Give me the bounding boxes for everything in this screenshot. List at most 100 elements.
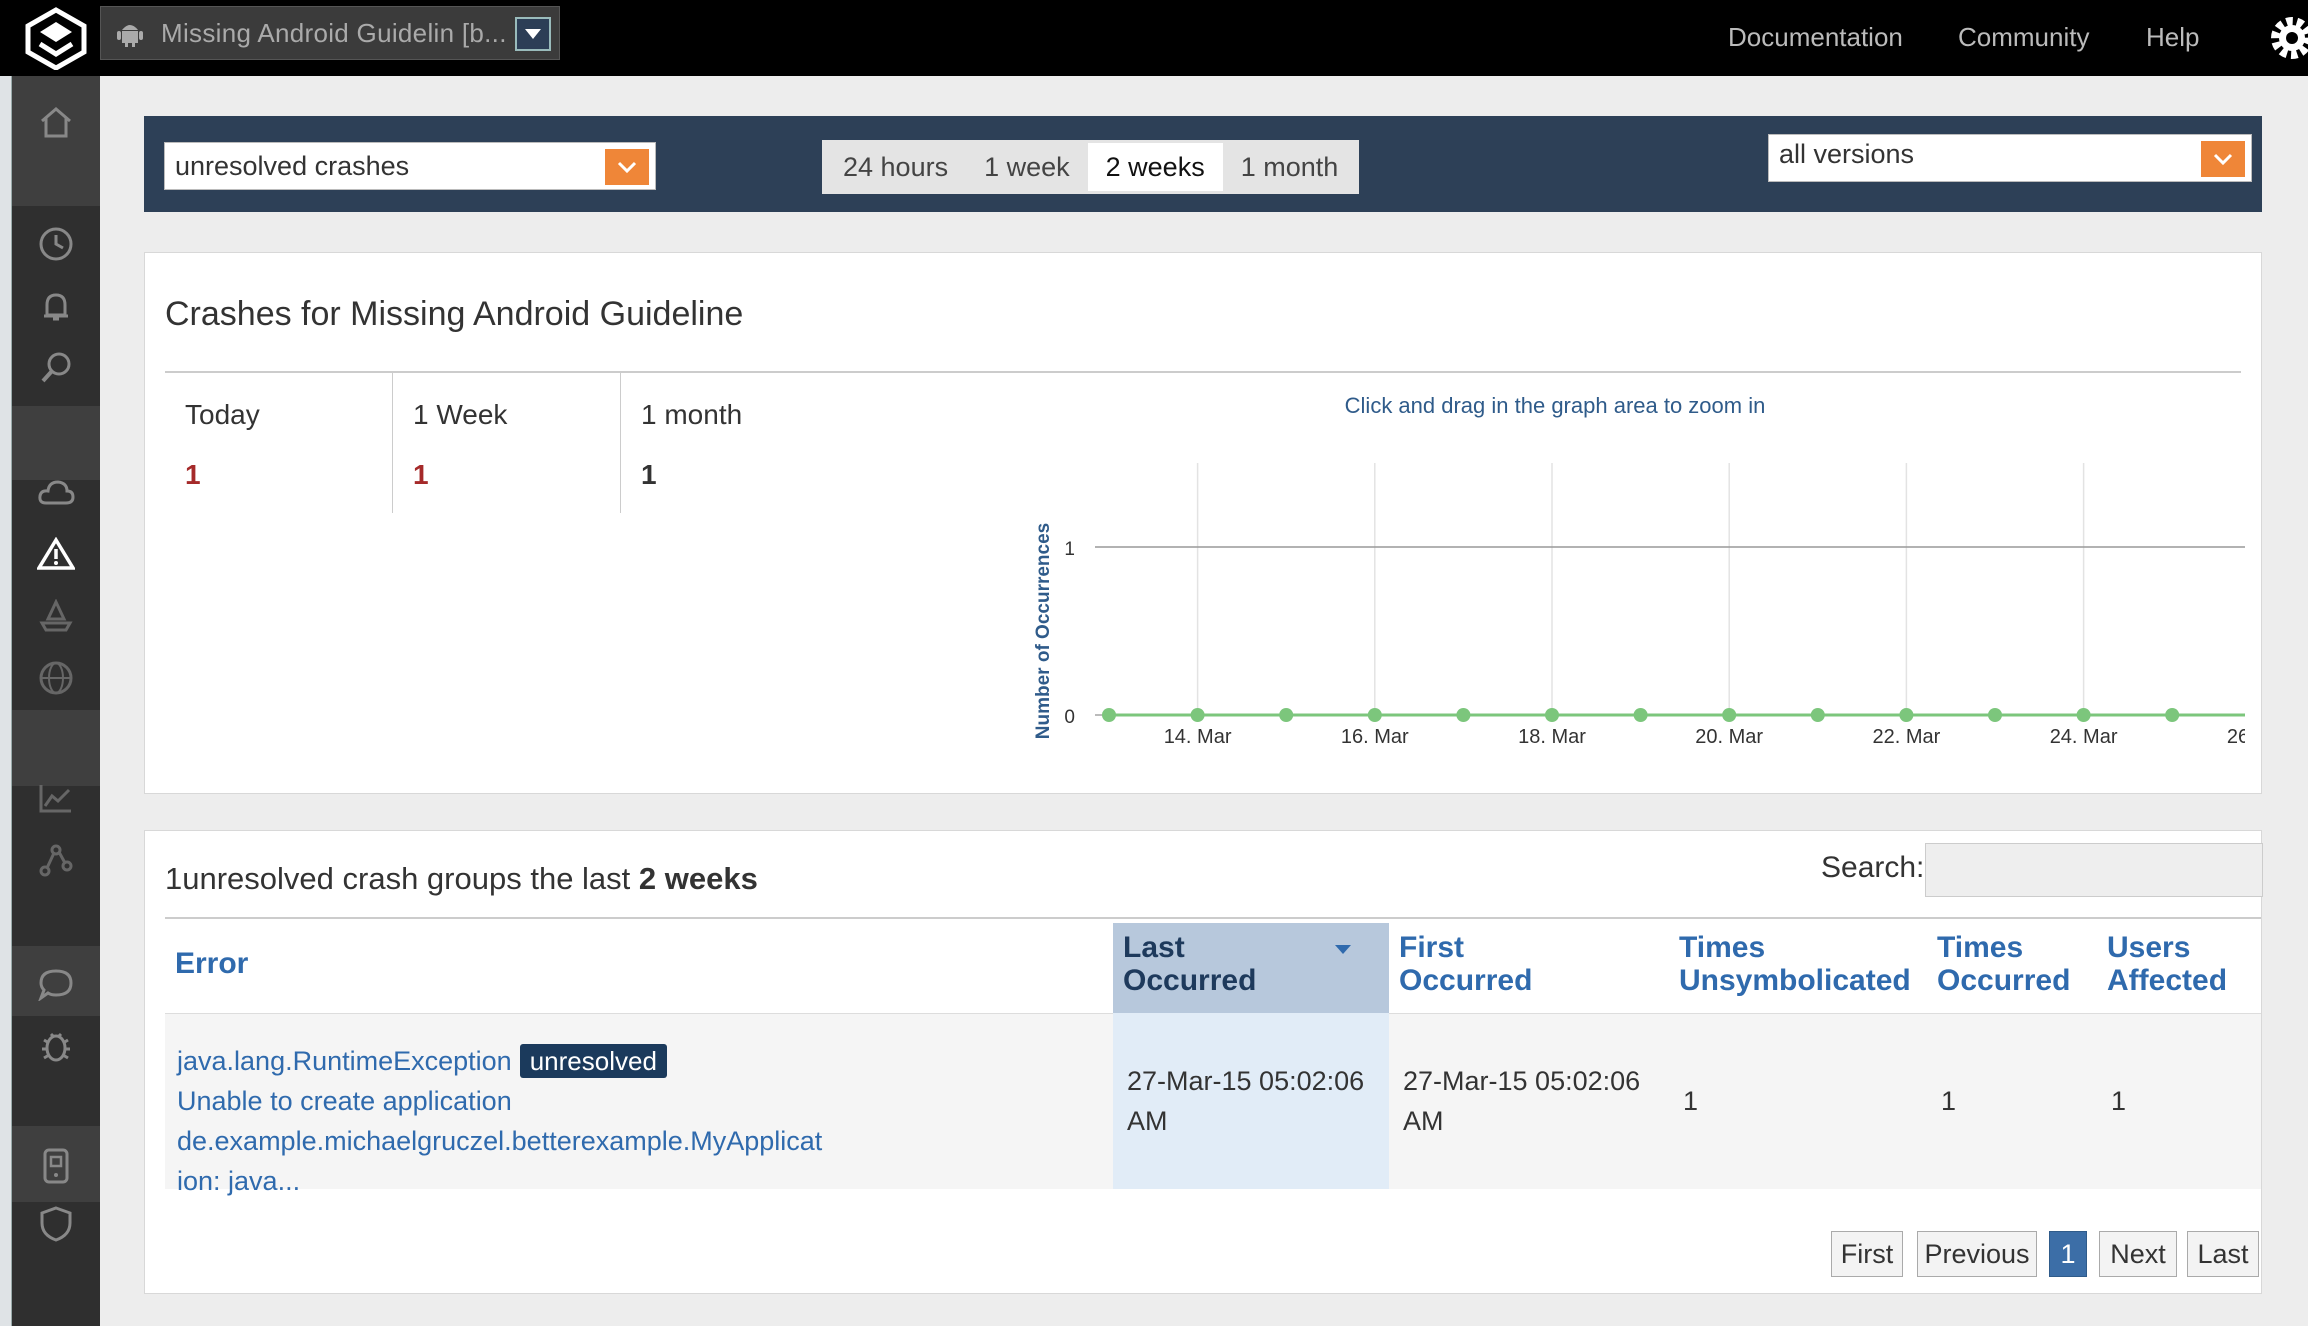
search-label: Search: — [1821, 851, 1925, 884]
search-input[interactable] — [1925, 843, 2263, 897]
bug-icon[interactable] — [36, 1026, 76, 1066]
range-2-weeks[interactable]: 2 weeks — [1087, 143, 1223, 191]
times-unsymbolicated-cell: 1 — [1683, 1086, 1699, 1116]
pager-previous-button[interactable]: Previous — [1917, 1231, 2037, 1277]
chevron-down-icon — [525, 29, 541, 39]
column-header-times-occurred[interactable]: Times Occurred — [1927, 923, 2097, 1013]
ship-icon[interactable] — [36, 596, 76, 636]
x-tick-label: 24. Mar — [2050, 726, 2118, 748]
time-range-tabs: 24 hours 1 week 2 weeks 1 month — [822, 140, 1360, 194]
data-point — [1190, 708, 1205, 722]
stat-label: 1 month — [641, 399, 743, 430]
globe-icon[interactable] — [36, 658, 76, 698]
top-bar: Missing Android Guidelin [b... Documenta… — [0, 0, 2308, 76]
nav-help[interactable]: Help — [2146, 22, 2199, 53]
y-axis-label: Number of Occurrences — [1033, 523, 1054, 739]
error-title-link[interactable]: java.lang.RuntimeException — [177, 1046, 512, 1076]
device-icon[interactable] — [36, 1146, 76, 1186]
crash-chart[interactable]: Click and drag in the graph area to zoom… — [865, 393, 2245, 813]
column-header-last-occurred[interactable]: Last Occurred — [1113, 923, 1389, 1013]
divider — [165, 917, 2261, 919]
crash-groups-period: 2 weeks — [638, 861, 758, 896]
x-tick-label: 20. Mar — [1695, 726, 1763, 748]
column-header-label: First Occurred — [1399, 931, 1533, 997]
crash-groups-count: 1 — [165, 861, 183, 896]
stat-month: 1 month 1 — [621, 373, 849, 513]
version-filter-dropdown-button[interactable] — [2201, 141, 2245, 177]
data-point — [1545, 708, 1559, 722]
filter-bar: unresolved crashes 24 hours 1 week 2 wee… — [144, 116, 2262, 212]
nav-documentation[interactable]: Documentation — [1728, 22, 1903, 53]
last-occurred-ampm: AM — [1127, 1106, 1168, 1136]
y-tick-label: 1 — [1064, 539, 1075, 560]
crash-filter-value: unresolved crashes — [175, 150, 410, 181]
chart-icon[interactable] — [36, 778, 76, 818]
data-point — [2165, 708, 2180, 722]
series-line — [1109, 713, 2245, 717]
data-point — [1367, 708, 1382, 722]
crash-groups-panel: 1unresolved crash groups the last 2 week… — [144, 830, 2263, 1294]
stat-value: 1 — [413, 459, 429, 490]
crash-filter-select[interactable]: unresolved crashes — [164, 142, 656, 190]
sidebar — [12, 76, 100, 1326]
cloud-icon[interactable] — [36, 472, 76, 512]
clock-icon[interactable] — [36, 224, 76, 264]
gear-icon[interactable] — [2262, 6, 2308, 66]
error-message-link[interactable]: Unable to create application de.example.… — [177, 1081, 1107, 1161]
column-header-users-affected[interactable]: Users Affected — [2097, 923, 2261, 1013]
version-filter-value: all versions — [1779, 138, 1915, 169]
data-point — [1279, 708, 1294, 722]
sort-desc-icon — [1335, 945, 1351, 954]
error-message-link[interactable]: ion: java... — [177, 1161, 1107, 1201]
app-selector[interactable]: Missing Android Guidelin [b... — [100, 6, 560, 60]
error-cell: java.lang.RuntimeException unresolved Una… — [177, 1041, 1107, 1201]
crash-filter-dropdown-button[interactable] — [605, 149, 649, 185]
first-occurred-date: 27-Mar-15 05:02:06 — [1403, 1066, 1641, 1096]
crash-groups-heading: 1unresolved crash groups the last 2 week… — [165, 861, 758, 897]
window-edge — [0, 0, 12, 1326]
column-header-error[interactable]: Error — [165, 923, 1113, 1013]
pager-page-1[interactable]: 1 — [2049, 1231, 2087, 1277]
crash-summary-panel: Crashes for Missing Android Guideline To… — [144, 252, 2262, 794]
android-icon — [117, 25, 143, 47]
warning-icon[interactable] — [36, 534, 76, 574]
graph-nodes-icon[interactable] — [36, 840, 76, 880]
column-header-times-unsymbolicated[interactable]: Times Unsymbolicated — [1669, 923, 1929, 1013]
chart-svg[interactable]: 0 1 Number of Occurrences 14. Mar 16. Mar 18.… — [865, 393, 2245, 813]
column-header-label: Last Occurred — [1123, 931, 1257, 997]
sidebar-group-divider — [12, 710, 100, 786]
sidebar-group-divider — [12, 406, 100, 480]
column-header-first-occurred[interactable]: First Occurred — [1389, 923, 1669, 1013]
range-1-month[interactable]: 1 month — [1223, 143, 1357, 191]
shield-icon[interactable] — [36, 1204, 76, 1244]
pager-first-button[interactable]: First — [1831, 1231, 1903, 1277]
users-affected-cell: 1 — [2111, 1086, 2127, 1116]
stat-week: 1 Week 1 — [393, 373, 621, 513]
data-point — [1722, 708, 1737, 722]
column-header-label: Times Occurred — [1937, 931, 2071, 997]
stat-value: 1 — [641, 459, 657, 490]
nav-community[interactable]: Community — [1958, 22, 2089, 53]
logo-icon[interactable] — [20, 6, 92, 70]
search-icon[interactable] — [36, 348, 76, 388]
data-point — [2076, 708, 2091, 722]
home-icon[interactable] — [36, 102, 76, 142]
stat-value: 1 — [185, 459, 201, 490]
y-tick-label: 0 — [1064, 707, 1075, 728]
data-point — [1810, 708, 1825, 722]
app-dropdown-button[interactable] — [515, 17, 551, 51]
x-tick-label: 26. Mar — [2227, 726, 2245, 748]
chat-icon[interactable] — [36, 964, 76, 1004]
panel-title: Crashes for Missing Android Guideline — [165, 295, 744, 333]
first-occurred-ampm: AM — [1403, 1106, 1444, 1136]
pager-last-button[interactable]: Last — [2187, 1231, 2259, 1277]
times-occurred-cell: 1 — [1941, 1086, 1957, 1116]
bell-icon[interactable] — [36, 286, 76, 326]
range-1-week[interactable]: 1 week — [966, 143, 1088, 191]
version-filter-select[interactable]: all versions — [1768, 134, 2252, 182]
data-point — [1456, 708, 1471, 722]
range-24-hours[interactable]: 24 hours — [825, 143, 966, 191]
pager-next-button[interactable]: Next — [2099, 1231, 2177, 1277]
data-point — [1633, 708, 1648, 722]
data-point — [1899, 708, 1914, 722]
